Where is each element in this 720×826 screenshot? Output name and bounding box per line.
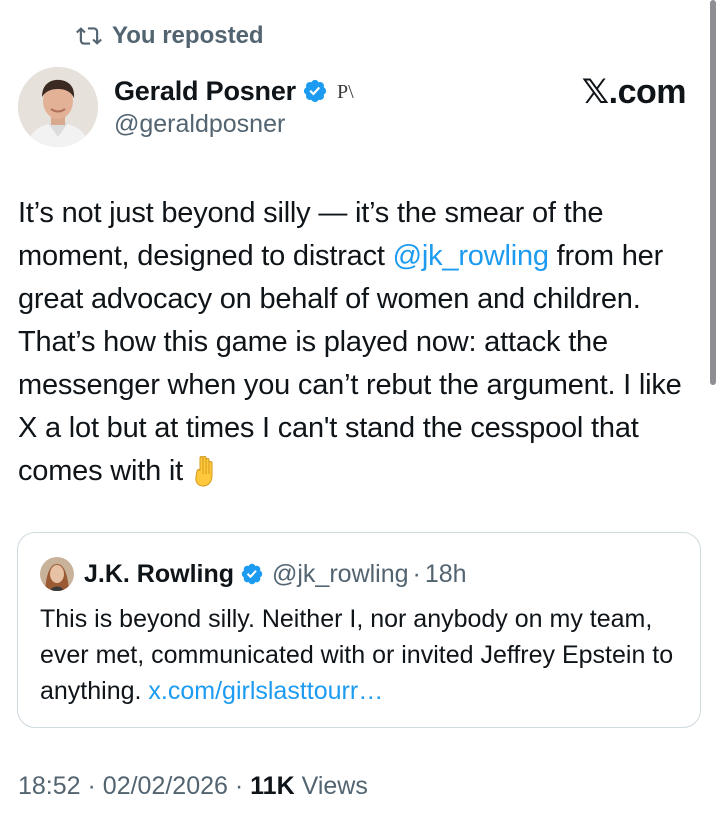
quoted-author-avatar-image xyxy=(40,557,74,591)
verified-badge-icon[interactable] xyxy=(302,78,328,104)
views-count[interactable]: 11K xyxy=(250,772,294,800)
repost-label: You reposted xyxy=(112,22,264,49)
tweet-text: It’s not just beyond silly — it’s the sm… xyxy=(18,192,690,493)
meta-separator-2: · xyxy=(234,772,244,800)
quoted-timestamp[interactable]: 18h xyxy=(425,560,467,589)
tweet-time[interactable]: 18:52 xyxy=(18,772,81,800)
affiliation-badge-icon[interactable]: P\ xyxy=(336,79,370,103)
scrollbar[interactable] xyxy=(710,0,716,385)
views-label: Views xyxy=(301,772,368,800)
xcom-watermark: 𝕏.com xyxy=(581,73,687,111)
author-name[interactable]: Gerald Posner xyxy=(114,76,296,107)
tweet-text-part-2: from her great advocacy on behalf of wom… xyxy=(18,240,690,487)
author-avatar-image xyxy=(18,67,98,147)
quoted-tweet-card[interactable]: J.K. Rowling @jk_rowling · 18h This is b… xyxy=(17,532,701,728)
author-block: Gerald Posner P\ @geraldposner xyxy=(114,72,370,139)
quoted-tweet-header: J.K. Rowling @jk_rowling · 18h xyxy=(40,557,467,591)
author-handle[interactable]: @geraldposner xyxy=(114,110,370,139)
quoted-separator: · xyxy=(412,559,421,588)
quoted-author-handle[interactable]: @jk_rowling xyxy=(272,560,409,589)
quoted-author-avatar[interactable] xyxy=(40,557,74,591)
tweet-date[interactable]: 02/02/2026 xyxy=(103,772,228,800)
affiliation-badge-text: P\ xyxy=(337,81,354,103)
repost-icon xyxy=(76,27,102,45)
quoted-verified-badge-icon[interactable] xyxy=(240,562,264,586)
mention-link[interactable]: @jk_rowling xyxy=(393,240,549,272)
quoted-tweet-text: This is beyond silly. Neither I, nor any… xyxy=(40,601,680,709)
quoted-author-name[interactable]: J.K. Rowling xyxy=(84,560,234,589)
quoted-link[interactable]: x.com/girlslasttourr… xyxy=(148,677,383,705)
author-avatar[interactable] xyxy=(18,67,98,147)
meta-separator: · xyxy=(87,772,96,800)
tweet-meta: 18:52 · 02/02/2026 · 11K Views xyxy=(18,772,368,801)
repost-indicator[interactable]: You reposted xyxy=(76,22,264,50)
pointing-down-emoji-icon xyxy=(195,456,213,487)
